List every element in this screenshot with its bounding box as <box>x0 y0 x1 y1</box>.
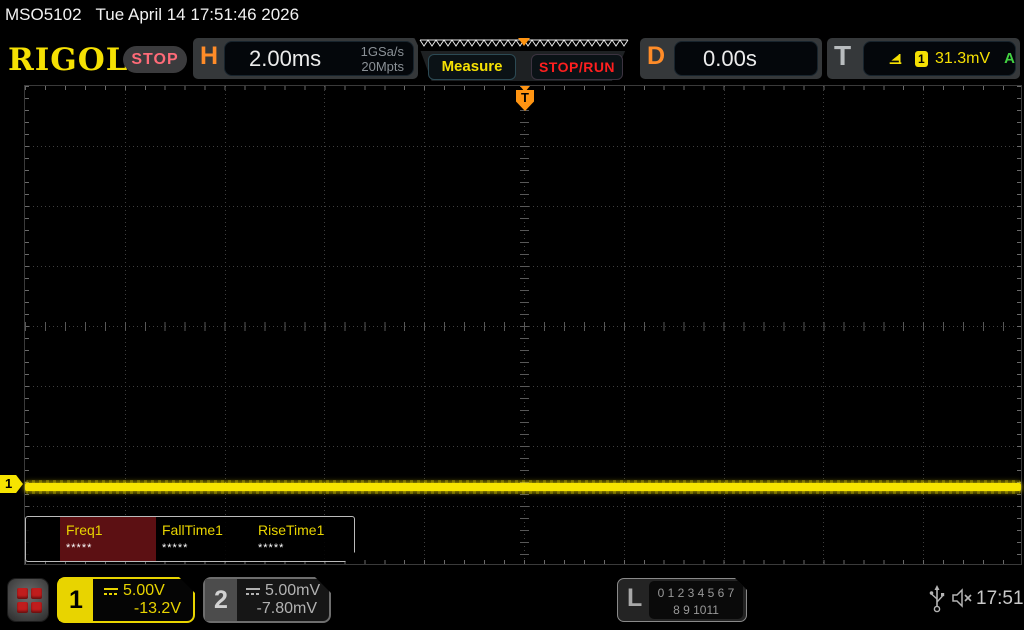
channel1-scale: 5.00V <box>123 582 165 599</box>
trigger-marker-icon: T <box>516 90 534 111</box>
dc-coupling-icon <box>103 586 119 596</box>
timebase-value: 2.00ms <box>249 46 322 71</box>
logic-analyzer-label: L <box>627 584 643 612</box>
trigger-label: T <box>834 40 852 71</box>
channel2-scale: 5.00mV <box>265 582 321 599</box>
delay-value: 0.00s <box>703 46 757 71</box>
acquisition-info: 1GSa/s 20Mpts <box>361 44 404 74</box>
delay-box[interactable]: 0.00s <box>674 41 818 76</box>
measurement-label: FallTime1 <box>162 522 223 538</box>
menu-grid-icon <box>17 588 28 599</box>
measurements-box: Freq1 ***** FallTime1 ***** RiseTime1 **… <box>25 516 355 562</box>
trigger-panel[interactable]: T 1 31.3mV A <box>827 38 1020 79</box>
channel2-box[interactable]: 2 5.00mV -7.80mV <box>203 577 331 623</box>
date-time: Tue April 14 17:51:46 2026 <box>95 5 300 24</box>
trigger-edge-icon <box>889 53 902 64</box>
menu-grid-icon <box>31 588 42 599</box>
channel2-offset: -7.80mV <box>256 600 317 617</box>
measure-button[interactable]: Measure <box>428 54 516 80</box>
logic-row2: 8 9 1011 12131415 <box>669 603 723 630</box>
header-bar: RIGOL STOP H 2.00ms 1GSa/s 20Mpts Measur… <box>0 32 1024 84</box>
sample-rate: 1GSa/s <box>360 44 404 59</box>
channel1-number: 1 <box>59 579 93 621</box>
status-bar: MSO5102 Tue April 14 17:51:46 2026 <box>0 0 1024 30</box>
measurement-value: ***** <box>66 542 93 554</box>
measurement-slot-falltime1[interactable]: FallTime1 ***** <box>156 517 252 561</box>
trigger-sweep-mode: A <box>1004 50 1015 67</box>
preview-zigzag-icon <box>419 38 629 47</box>
rigol-logo: RIGOL <box>8 42 129 78</box>
trigger-position-marker[interactable]: T <box>515 86 535 114</box>
sound-muted-indicator <box>951 588 975 608</box>
clock: 17:51 <box>976 588 1024 609</box>
channel1-offset: -13.2V <box>133 600 181 617</box>
logic-channel-list: 0 1 2 3 4 5 6 7 8 9 1011 12131415 <box>649 581 743 619</box>
ticks-center-horizontal <box>25 322 1021 331</box>
logic-analyzer-box[interactable]: L 0 1 2 3 4 5 6 7 8 9 1011 12131415 <box>617 578 747 622</box>
trigger-source-badge: 1 <box>914 50 929 67</box>
channel2-number: 2 <box>205 579 237 621</box>
model-name: MSO5102 <box>5 5 82 24</box>
delay-panel[interactable]: D 0.00s <box>640 38 822 79</box>
measurement-slot-freq1[interactable]: Freq1 ***** <box>60 517 156 561</box>
ch1-trace <box>25 483 1021 491</box>
menu-grid-icon <box>17 602 28 613</box>
ch1-ground-marker[interactable]: 1 <box>0 475 23 493</box>
waveform-preview-strip[interactable] <box>414 37 634 51</box>
horizontal-label: H <box>200 42 219 70</box>
measurement-label: RiseTime1 <box>258 522 325 538</box>
speaker-muted-icon <box>952 588 972 608</box>
trigger-level-value: 31.3mV <box>935 49 991 67</box>
quick-menu-button[interactable] <box>7 578 49 622</box>
memory-depth: 20Mpts <box>361 59 404 74</box>
horizontal-panel[interactable]: H 2.00ms 1GSa/s 20Mpts <box>193 38 418 79</box>
usb-icon <box>929 585 945 613</box>
measurement-label: Freq1 <box>66 522 103 538</box>
run-state-indicator: STOP <box>123 46 187 73</box>
channel1-box[interactable]: 1 5.00V -13.2V <box>57 577 195 623</box>
stop-run-button[interactable]: STOP/RUN <box>531 54 623 80</box>
graticule: T <box>24 85 1022 565</box>
dc-coupling-icon <box>245 586 261 596</box>
measurement-value: ***** <box>258 542 285 554</box>
logic-row1: 0 1 2 3 4 5 6 7 <box>657 586 735 600</box>
timebase-box[interactable]: 2.00ms 1GSa/s 20Mpts <box>224 41 414 76</box>
trigger-box[interactable]: 1 31.3mV A <box>863 41 1016 76</box>
delay-label: D <box>647 42 666 70</box>
usb-indicator <box>929 585 945 613</box>
oscilloscope-screen: MSO5102 Tue April 14 17:51:46 2026 RIGOL … <box>0 0 1024 630</box>
measurement-slot-risetime1[interactable]: RiseTime1 ***** <box>252 517 348 561</box>
menu-grid-icon <box>31 602 42 613</box>
measurement-value: ***** <box>162 542 189 554</box>
